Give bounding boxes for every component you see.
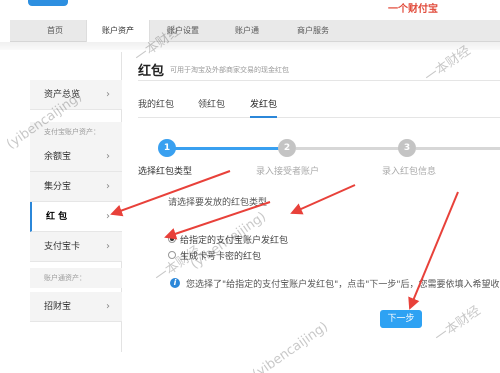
sidebar-group-label: 账户通资产： xyxy=(44,274,86,282)
chevron-right-icon: › xyxy=(106,151,110,162)
tab-receive-red-packet[interactable]: 领红包 xyxy=(198,98,225,118)
page-title: 红包 xyxy=(138,64,165,79)
sidebar-item-label: 招财宝 xyxy=(44,302,72,312)
nav-item-assets[interactable]: 账户资产 xyxy=(86,20,150,42)
title-divider xyxy=(138,80,500,81)
tab-bar: 我的红包 领红包 发红包 xyxy=(138,98,500,118)
tab-my-red-packets[interactable]: 我的红包 xyxy=(138,98,174,118)
nav-item-merchant[interactable]: 商户服务 xyxy=(278,20,348,42)
sidebar-group-alipay: 支付宝账户资产： xyxy=(30,122,122,142)
sidebar-item-overview[interactable]: 资产总览 › xyxy=(30,80,122,110)
sidebar-item-label: 支付宝卡 xyxy=(44,242,81,252)
option-label: 给指定的支付宝账户发红包 xyxy=(180,236,289,246)
info-icon: i xyxy=(170,278,180,288)
sidebar-group-account-link: 账户通资产： xyxy=(30,268,122,288)
chevron-right-icon: › xyxy=(106,241,110,252)
sidebar-item-yuebao[interactable]: 余额宝 › xyxy=(30,142,122,172)
main-content: 红包 可用于淘宝及外部商家交易的现金红包 我的红包 领红包 发红包 1 2 3 … xyxy=(122,52,500,373)
step-connector xyxy=(296,147,400,150)
choose-type-label: 请选择要发放的红包类型 xyxy=(168,198,268,208)
step-3-marker: 3 xyxy=(398,139,416,157)
option-specified-account[interactable]: 给指定的支付宝账户发红包 xyxy=(168,233,368,246)
step-1-marker: 1 xyxy=(158,139,176,157)
nav-shadow xyxy=(0,42,500,50)
info-text: 您选择了"给指定的支付宝账户发红包"，点击"下一步"后，您需要依填入希望收到 xyxy=(186,280,500,290)
tab-send-red-packet[interactable]: 发红包 xyxy=(250,98,278,118)
step-2-label: 录入接受者账户 xyxy=(256,167,320,177)
chevron-right-icon: › xyxy=(106,181,110,192)
sidebar-item-alipay-card[interactable]: 支付宝卡 › xyxy=(30,232,122,262)
site-logo[interactable] xyxy=(28,0,68,6)
nav-item-home[interactable]: 首页 xyxy=(24,20,86,42)
next-step-button[interactable]: 下一步 xyxy=(380,310,422,328)
step-connector xyxy=(416,147,500,150)
step-1-label: 选择红包类型 xyxy=(138,167,193,177)
option-card-code[interactable]: 生成卡号卡密的红包 xyxy=(168,249,368,262)
option-label: 生成卡号卡密的红包 xyxy=(180,252,262,262)
step-3-label: 录入红包信息 xyxy=(382,167,437,177)
radio-button[interactable] xyxy=(168,251,176,259)
chevron-right-icon: › xyxy=(106,89,110,100)
sidebar-item-zhaocaibao[interactable]: 招财宝 › xyxy=(30,292,122,322)
nav-item-account-link[interactable]: 账户通 xyxy=(216,20,278,42)
nav-item-settings[interactable]: 账户设置 xyxy=(150,20,216,42)
chevron-right-icon: › xyxy=(106,301,110,312)
step-2-marker: 2 xyxy=(278,139,296,157)
brand-text: 一个财付宝 xyxy=(388,4,438,15)
sidebar-item-jifenbao[interactable]: 集分宝 › xyxy=(30,172,122,202)
sidebar-item-label: 红 包 xyxy=(46,212,68,222)
top-strip: 一个财付宝 xyxy=(0,0,500,18)
sidebar-item-label: 余额宝 xyxy=(44,152,72,162)
main-nav: 首页 账户资产 账户设置 账户通 商户服务 xyxy=(10,20,500,42)
sidebar-item-red-packet[interactable]: 红 包 › xyxy=(30,202,122,232)
info-message: i 您选择了"给指定的支付宝账户发红包"，点击"下一步"后，您需要依填入希望收到 xyxy=(170,277,500,291)
sidebar-item-label: 集分宝 xyxy=(44,182,72,192)
page-subtitle: 可用于淘宝及外部商家交易的现金红包 xyxy=(170,66,289,74)
step-progress: 1 2 3 选择红包类型 录入接受者账户 录入红包信息 xyxy=(138,138,500,178)
radio-button[interactable] xyxy=(168,235,176,243)
sidebar: 资产总览 › 支付宝账户资产： 余额宝 › 集分宝 › 红 包 › 支付宝卡 ›… xyxy=(30,52,122,352)
sidebar-item-label: 资产总览 xyxy=(44,90,81,100)
step-connector xyxy=(168,147,282,150)
sidebar-group-label: 支付宝账户资产： xyxy=(44,128,100,136)
chevron-right-icon: › xyxy=(106,211,110,222)
